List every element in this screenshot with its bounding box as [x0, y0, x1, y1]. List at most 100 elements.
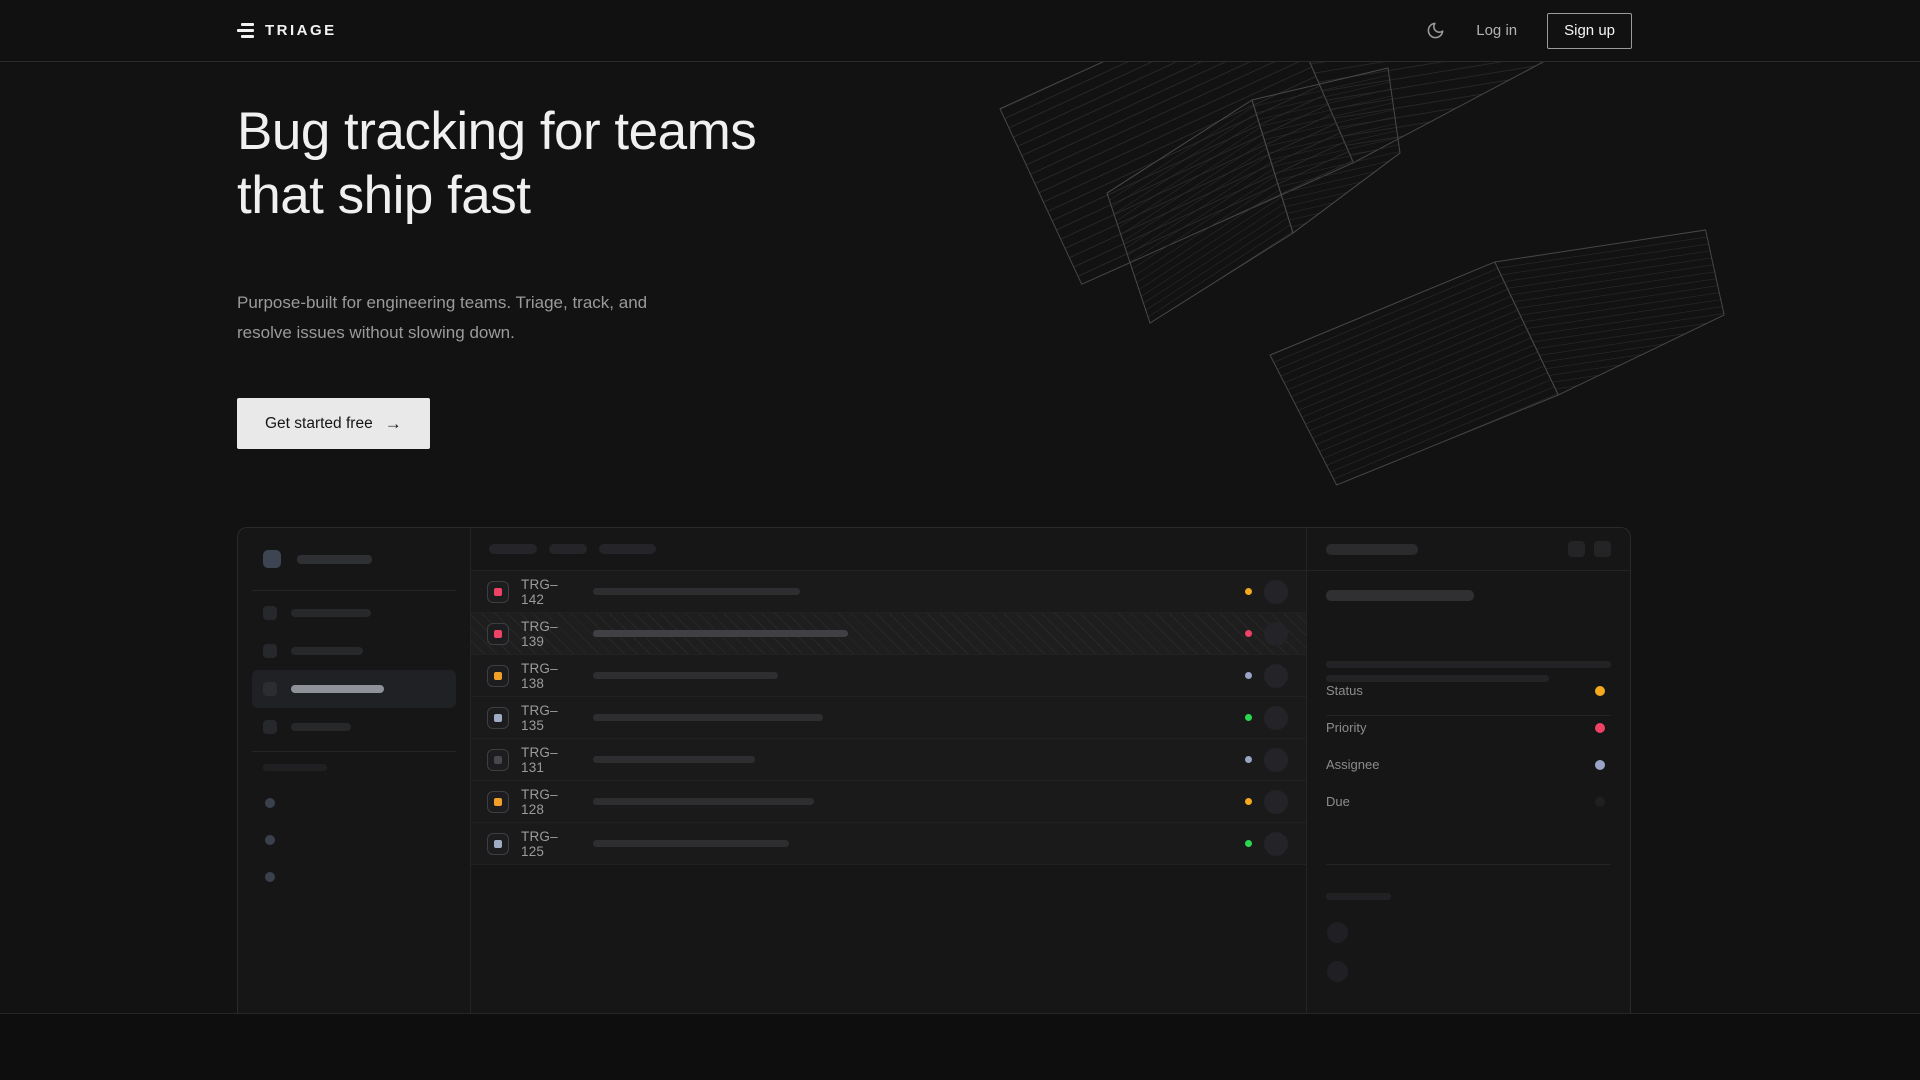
preview-sidebar-nav	[252, 594, 456, 746]
arrow-right-icon: →	[385, 414, 402, 434]
skeleton-tab-pill	[489, 544, 537, 554]
sidebar-dot	[265, 798, 275, 808]
issue-id: TRG–125	[521, 829, 579, 859]
skeleton-bar	[1326, 544, 1418, 555]
avatar	[1264, 706, 1288, 730]
sidebar-dot	[265, 835, 275, 845]
preview-detail-panel: Status Priority Assignee Due	[1307, 528, 1630, 1013]
get-started-button[interactable]: Get started free →	[237, 398, 430, 449]
skeleton-bar	[593, 630, 848, 637]
brand-name: TRIAGE	[265, 22, 337, 39]
field-value-dot	[1595, 760, 1605, 770]
preview-sidebar-item	[252, 708, 456, 746]
field-value-dot	[1595, 797, 1605, 807]
preview-list-header	[471, 528, 1306, 571]
issue-row: TRG–142	[471, 571, 1306, 613]
login-link[interactable]: Log in	[1476, 22, 1517, 39]
status-dot	[1245, 630, 1252, 637]
issue-id: TRG–135	[521, 703, 579, 733]
avatar	[1264, 580, 1288, 604]
avatar	[1264, 832, 1288, 856]
preview-issue-list: TRG–142 TRG–139	[471, 528, 1307, 1013]
field-row: Status	[1326, 672, 1611, 709]
get-started-label: Get started free	[265, 415, 373, 433]
moon-icon	[1426, 21, 1445, 40]
skeleton-bar	[291, 723, 351, 731]
sidebar-item-icon	[263, 606, 277, 620]
avatar	[1327, 922, 1348, 943]
avatar	[1264, 748, 1288, 772]
brand-logo[interactable]: TRIAGE	[237, 22, 337, 39]
issue-id: TRG–138	[521, 661, 579, 691]
app-preview-card: TRG–142 TRG–139	[237, 527, 1631, 1013]
status-dot	[1245, 672, 1252, 679]
field-value-dot	[1595, 723, 1605, 733]
preview-sidebar-item	[252, 632, 456, 670]
sidebar-item-icon	[263, 682, 277, 696]
sidebar-dot	[265, 872, 275, 882]
wireframe-slabs-decoration	[0, 0, 1920, 545]
panel-action-icon	[1594, 541, 1611, 557]
issue-type-icon	[487, 623, 509, 645]
sidebar-item-icon	[263, 720, 277, 734]
skeleton-bar	[593, 672, 778, 679]
field-row: Due	[1326, 783, 1611, 820]
panel-header	[1307, 528, 1630, 571]
issue-row: TRG–135	[471, 697, 1306, 739]
status-dot	[1245, 840, 1252, 847]
triage-bars-icon	[237, 23, 254, 38]
divider	[252, 751, 456, 752]
avatar	[1264, 622, 1288, 646]
field-label: Status	[1326, 683, 1363, 698]
skeleton-bar	[291, 609, 371, 617]
avatar	[1327, 961, 1348, 982]
field-list: Status Priority Assignee Due	[1326, 672, 1611, 820]
issue-row: TRG–125	[471, 823, 1306, 865]
issue-id: TRG–131	[521, 745, 579, 775]
issue-type-icon	[487, 833, 509, 855]
preview-sidebar	[238, 528, 471, 1013]
field-value-dot	[1595, 686, 1605, 696]
status-dot	[1245, 588, 1252, 595]
skeleton-tab-pill	[599, 544, 656, 554]
status-dot	[1245, 714, 1252, 721]
skeleton-title-bar	[1326, 590, 1474, 601]
issue-row: TRG–128	[471, 781, 1306, 823]
avatar	[1264, 790, 1288, 814]
skeleton-bar	[593, 714, 823, 721]
issue-row: TRG–139	[471, 613, 1306, 655]
avatar	[1264, 664, 1288, 688]
field-label: Priority	[1326, 720, 1366, 735]
issue-row: TRG–138	[471, 655, 1306, 697]
issue-type-icon	[487, 665, 509, 687]
sidebar-item-icon	[263, 644, 277, 658]
field-row: Priority	[1326, 709, 1611, 746]
signup-button[interactable]: Sign up	[1547, 13, 1632, 49]
preview-sidebar-item	[252, 670, 456, 708]
issue-id: TRG–139	[521, 619, 579, 649]
skeleton-bar	[263, 764, 327, 771]
workspace-icon	[263, 550, 281, 568]
issue-id: TRG–128	[521, 787, 579, 817]
hero-title-line1: Bug tracking for teams	[237, 102, 756, 161]
skeleton-bar	[593, 588, 800, 595]
next-section-band	[0, 1013, 1920, 1080]
issue-type-icon	[487, 749, 509, 771]
skeleton-bar	[593, 798, 814, 805]
issue-row: TRG–131	[471, 739, 1306, 781]
panel-body: Status Priority Assignee Due	[1307, 571, 1630, 1013]
preview-workspace-row	[252, 550, 456, 568]
issue-type-icon	[487, 791, 509, 813]
hero-subtitle: Purpose-built for engineering teams. Tri…	[237, 288, 647, 348]
issue-id: TRG–142	[521, 577, 579, 607]
theme-toggle-button[interactable]	[1424, 20, 1446, 42]
top-nav: TRIAGE Log in Sign up	[0, 0, 1920, 62]
status-dot	[1245, 798, 1252, 805]
status-dot	[1245, 756, 1252, 763]
skeleton-tab-pill	[549, 544, 587, 554]
skeleton-bar	[593, 840, 789, 847]
divider	[252, 590, 456, 591]
hero-title: Bug tracking for teamsthat ship fast	[237, 100, 756, 228]
preview-sidebar-item	[252, 594, 456, 632]
skeleton-bar	[291, 647, 363, 655]
